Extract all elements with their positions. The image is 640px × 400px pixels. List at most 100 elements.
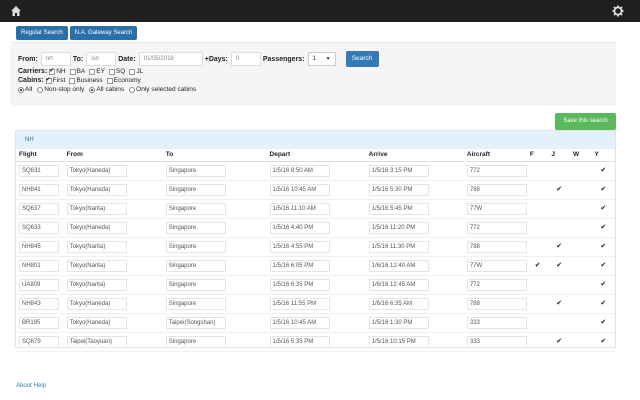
save-search-button[interactable]: Save this search [555, 113, 616, 130]
col-j[interactable]: J [548, 149, 570, 162]
col-y[interactable]: Y [591, 149, 615, 162]
cabin-economy-checkbox[interactable] [106, 77, 113, 84]
passengers-value: 1 [312, 56, 316, 62]
premium-availability [573, 335, 589, 347]
flight-number: SQ637 [19, 202, 59, 215]
first-availability: ✔ [534, 261, 541, 269]
to-city: Singapore [165, 297, 226, 310]
results-carrier-heading: NH [16, 131, 615, 149]
aircraft-type: 772 [466, 164, 527, 177]
first-availability [530, 240, 546, 252]
business-availability: ✔ [556, 185, 563, 193]
col-aircraft[interactable]: Aircraft [463, 149, 527, 162]
passengers-select[interactable]: 1 ▼ [307, 52, 336, 66]
economy-availability: ✔ [600, 261, 607, 269]
to-city: Singapore [165, 221, 226, 234]
first-availability [530, 278, 546, 290]
search-tabs: Regular Search N.A. Gateway Search [16, 26, 138, 41]
to-city: Singapore [165, 202, 226, 215]
home-icon[interactable] [10, 5, 22, 17]
help-link[interactable]: Help [34, 383, 46, 389]
cabins-selected-label: Only selected cabins [136, 86, 197, 93]
depart-time: 1/5/16 10:45 AM [269, 316, 330, 329]
table-row[interactable]: SQ879 Taipei(Taoyuan) Singapore 1/5/16 5… [16, 332, 615, 352]
flight-number: NH801 [19, 259, 59, 272]
first-availability [530, 221, 546, 233]
arrive-time: 1/5/16 1:30 PM [368, 316, 429, 329]
top-bar [0, 0, 640, 22]
col-arrive[interactable]: Arrive [365, 149, 464, 162]
economy-availability: ✔ [600, 166, 607, 174]
days-input[interactable]: 0 [230, 52, 261, 66]
depart-time: 1/5/16 6:35 PM [269, 278, 330, 291]
date-label: Date: [118, 55, 136, 63]
about-link[interactable]: About [16, 383, 32, 389]
flight-number: NH841 [19, 183, 59, 196]
depart-time: 1/5/16 4:40 PM [269, 221, 330, 234]
cabins-row: Cabins: First Business Economy [18, 76, 143, 85]
gear-icon[interactable] [612, 5, 624, 17]
cabins-all-radio[interactable] [89, 86, 96, 93]
table-row[interactable]: NH801 Tokyo(Narita) Singapore 1/5/16 6:0… [16, 256, 615, 276]
table-row[interactable]: NH841 Tokyo(Haneda) Singapore 1/5/16 10:… [16, 180, 615, 200]
table-header-row: Flight From To Depart Arrive Aircraft F … [16, 149, 615, 162]
cabin-business-checkbox[interactable] [69, 77, 76, 84]
from-city: Tokyo(Haneda) [66, 297, 127, 310]
from-label: From: [18, 55, 38, 63]
cabin-first-checkbox[interactable] [45, 76, 52, 84]
flight-number: SQ879 [19, 335, 59, 348]
search-button[interactable]: Search [345, 51, 379, 67]
col-from[interactable]: From [63, 149, 163, 162]
col-flight[interactable]: Flight [16, 149, 64, 162]
date-input[interactable]: 01/05/2016 [138, 52, 203, 66]
stops-all-radio[interactable] [18, 86, 24, 93]
from-city: Tokyo(Haneda) [66, 316, 127, 329]
to-input[interactable]: sin [86, 52, 117, 66]
from-city: Tokyo(Narita) [66, 202, 127, 215]
arrive-time: 1/6/16 12:45 AM [368, 278, 429, 291]
table-row[interactable]: NH843 Tokyo(Haneda) Singapore 1/5/16 11:… [16, 294, 615, 314]
tab-gateway-search[interactable]: N.A. Gateway Search [69, 26, 138, 40]
first-availability [530, 297, 546, 309]
carrier-ba-checkbox[interactable] [69, 68, 76, 75]
stops-nonstop-label: Non-stop only [44, 86, 85, 93]
col-to[interactable]: To [162, 149, 267, 162]
cabin-business-label: Business [76, 77, 103, 84]
carrier-jl-checkbox[interactable] [129, 68, 136, 75]
depart-time: 1/5/16 8:50 AM [269, 164, 330, 177]
table-row[interactable]: NH845 Tokyo(Narita) Singapore 1/5/16 4:5… [16, 237, 615, 257]
premium-availability [573, 164, 589, 176]
col-w[interactable]: W [569, 149, 592, 162]
chevron-down-icon: ▼ [325, 56, 331, 62]
aircraft-type: 788 [466, 297, 527, 310]
table-row[interactable]: SQ637 Tokyo(Narita) Singapore 1/5/16 11:… [16, 199, 615, 219]
carrier-nh-checkbox[interactable] [49, 67, 56, 75]
from-input[interactable]: nrt [40, 52, 71, 66]
first-availability [530, 164, 546, 176]
premium-availability [573, 240, 589, 252]
stops-nonstop-radio[interactable] [37, 86, 44, 93]
stops-all-label: All [25, 86, 33, 93]
table-row[interactable]: BR195 Tokyo(Haneda) Taipei(Songshan) 1/5… [16, 313, 615, 333]
carrier-ey-checkbox[interactable] [89, 68, 96, 75]
arrive-time: 1/6/16 12:40 AM [368, 259, 429, 272]
tab-regular-search[interactable]: Regular Search [16, 26, 68, 40]
cabins-selected-radio[interactable] [129, 86, 136, 93]
to-city: Singapore [165, 240, 226, 253]
business-availability: ✔ [556, 242, 563, 250]
col-depart[interactable]: Depart [266, 149, 366, 162]
table-row[interactable]: SQ631 Tokyo(Haneda) Singapore 1/5/16 8:5… [16, 161, 615, 181]
economy-availability: ✔ [600, 242, 607, 250]
cabins-all-label: All cabins [96, 86, 125, 93]
col-f[interactable]: F [526, 149, 549, 162]
carrier-sq-checkbox[interactable] [108, 68, 115, 75]
table-row[interactable]: UA809 Tokyo(Narita) Singapore 1/5/16 6:3… [16, 275, 615, 295]
from-city: Tokyo(Narita) [66, 278, 127, 291]
business-availability: ✔ [556, 299, 563, 307]
business-availability [551, 221, 567, 233]
first-availability [530, 335, 546, 347]
flight-number: UA809 [19, 278, 59, 291]
depart-time: 1/5/16 5:35 PM [269, 335, 330, 348]
business-availability: ✔ [556, 261, 563, 269]
table-row[interactable]: SQ633 Tokyo(Haneda) Singapore 1/5/16 4:4… [16, 218, 615, 238]
